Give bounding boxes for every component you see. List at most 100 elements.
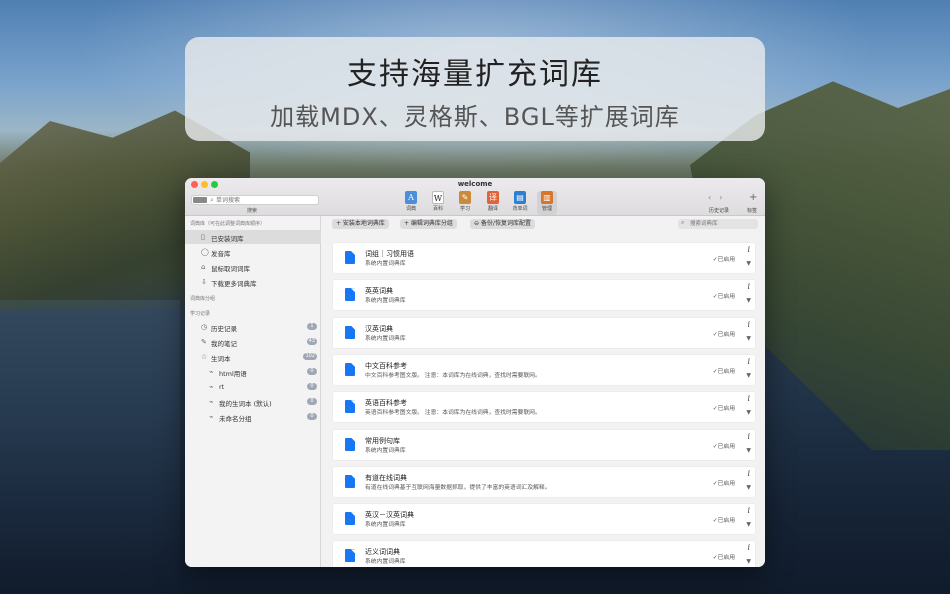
action-bar: + 安装本地词典库 + 编辑词典库分组 ⊖ 备份/恢复词库配置 ⌕ xyxy=(321,216,765,232)
toolbar-label: 翻译 xyxy=(487,206,498,212)
promo-banner: 支持海量扩充词库 加载MDX、灵格斯、BGL等扩展词库 xyxy=(185,37,765,141)
info-icon[interactable]: i xyxy=(747,245,750,254)
info-icon[interactable]: i xyxy=(747,282,750,291)
dict-search-input[interactable] xyxy=(690,220,756,228)
toolbar-study-button[interactable]: ✎ 学习 xyxy=(455,191,475,215)
toolbar-label: 学习 xyxy=(459,206,470,212)
search-menu-button[interactable] xyxy=(193,197,207,203)
sidebar-item-clock[interactable]: ◷ 历史记录 1 xyxy=(185,320,321,334)
search-label: 搜索 xyxy=(247,208,258,214)
word-search-input[interactable] xyxy=(216,196,316,204)
enabled-status[interactable]: ✓已启用 xyxy=(713,329,735,338)
sidebar-item-label: 未命名分组 xyxy=(219,415,252,423)
manage-icon: ▥ xyxy=(541,191,553,204)
history-label: 历史记录 xyxy=(709,208,730,214)
background-sea xyxy=(0,300,180,594)
enabled-status[interactable]: ✓已启用 xyxy=(713,366,735,375)
sidebar-item-mouse[interactable]: ⌂ 鼠标取词词库 xyxy=(185,260,321,274)
dictionary-card[interactable]: 英汉－汉英词典 系统内置词典库 ✓已启用 i ▼ xyxy=(333,504,755,535)
expand-arrow-icon[interactable]: ▼ xyxy=(746,447,751,454)
sidebar-wordbook-item[interactable]: ⌁ html用语 0 xyxy=(185,365,321,379)
sidebar-wordbook-item[interactable]: ⌁ 我的生词本 (默认) 0 xyxy=(185,395,321,409)
tag-icon: ⌁ xyxy=(209,383,214,391)
star-icon: ☆ xyxy=(201,353,208,361)
titlebar: welcome ⌕ 搜索 A 词典 W 百科 ✎ 学习 译翻译 ▤ 背单词 ▥ 管理 ‹› 历史记录… xyxy=(185,178,765,216)
enabled-status[interactable]: ✓已启用 xyxy=(713,478,735,487)
toolbar-dictionary-button[interactable]: A 词典 xyxy=(401,191,421,215)
dictionary-card[interactable]: 近义词词典 系统内置词典库 ✓已启用 i ▼ xyxy=(333,541,755,567)
expand-arrow-icon[interactable]: ▼ xyxy=(746,484,751,491)
tag-icon: ⌁ xyxy=(209,413,214,421)
backup-restore-button[interactable]: ⊖ 备份/恢复词库配置 xyxy=(470,219,535,229)
expand-arrow-icon[interactable]: ▼ xyxy=(746,372,751,379)
sidebar-item-download[interactable]: ⇩ 下载更多词典库 xyxy=(185,275,321,289)
sidebar-section-groups: 词典库分组 xyxy=(190,296,216,302)
translate-icon: 译 xyxy=(487,191,499,204)
toolbar-manage-button[interactable]: ▥ 管理 xyxy=(537,191,557,215)
sidebar-wordbook-item[interactable]: ⌁ 未命名分组 0 xyxy=(185,410,321,424)
edit-dict-groups-button[interactable]: + 编辑词典库分组 xyxy=(400,219,457,229)
toolbar-translate-button[interactable]: 译翻译 xyxy=(483,191,503,215)
info-icon[interactable]: i xyxy=(747,506,750,515)
sidebar-item-installed[interactable]: ▯ 已安装词库 xyxy=(185,230,321,244)
sidebar-item-label: 历史记录 xyxy=(211,325,237,333)
info-icon[interactable]: i xyxy=(747,357,750,366)
document-icon xyxy=(345,474,355,488)
info-icon[interactable]: i xyxy=(747,432,750,441)
dictionary-card[interactable]: 常用例句库 系统内置词典库 ✓已启用 i ▼ xyxy=(333,429,755,460)
install-local-dict-button[interactable]: + 安装本地词典库 xyxy=(332,219,389,229)
enabled-status[interactable]: ✓已启用 xyxy=(713,441,735,450)
expand-arrow-icon[interactable]: ▼ xyxy=(746,521,751,528)
expand-arrow-icon[interactable]: ▼ xyxy=(746,409,751,416)
dictionary-description: 英语百科参考图文版。 注意：本词库为在线词典，查找时需要联网。 xyxy=(365,410,541,417)
dictionary-description: 系统内置词典库 xyxy=(365,298,406,305)
count-badge: 43 xyxy=(306,338,317,345)
info-icon[interactable]: i xyxy=(747,320,750,329)
dictionary-card[interactable]: 英语百科参考 英语百科参考图文版。 注意：本词库为在线词典，查找时需要联网。 ✓已启… xyxy=(333,392,755,423)
window-title: welcome xyxy=(457,180,493,188)
toolbar-wikipedia-button[interactable]: W 百科 xyxy=(428,191,448,215)
count-badge: 1 xyxy=(307,323,317,330)
sidebar-item-speech[interactable]: ◯ 发音库 xyxy=(185,245,321,259)
dictionary-card[interactable]: 有道在线词典 有道在线词典基于互联网海量数据抓取，提供了丰富的英语词汇及解释。 ✓已… xyxy=(333,466,755,497)
add-tag-button[interactable]: + xyxy=(749,192,757,203)
study-icon: ✎ xyxy=(459,191,471,204)
enabled-status[interactable]: ✓已启用 xyxy=(713,403,735,412)
sidebar-item-label: html用语 xyxy=(219,370,247,378)
dictionary-card[interactable]: 英英词典 系统内置词典库 ✓已启用 i ▼ xyxy=(333,280,755,311)
dictionary-description: 系统内置词典库 xyxy=(365,522,406,529)
info-icon[interactable]: i xyxy=(747,543,750,552)
info-icon[interactable]: i xyxy=(747,394,750,403)
dictionary-card[interactable]: 中文百科参考 中文百科参考图文版。 注意：本词库为在线词典，查找时需要联网。 ✓已启… xyxy=(333,354,755,385)
toolbar-vocabulary-button[interactable]: ▤ 背单词 xyxy=(510,191,530,215)
document-icon xyxy=(345,549,355,563)
sidebar-item-star[interactable]: ☆ 生词本 102 xyxy=(185,350,321,364)
expand-arrow-icon[interactable]: ▼ xyxy=(746,558,751,565)
dictionary-card[interactable]: 汉英词典 系统内置词典库 ✓已启用 i ▼ xyxy=(333,317,755,348)
info-icon[interactable]: i xyxy=(747,469,750,478)
expand-arrow-icon[interactable]: ▼ xyxy=(746,260,751,267)
toolbar-label: 背单词 xyxy=(512,206,528,212)
enabled-status[interactable]: ✓已启用 xyxy=(713,552,735,561)
enabled-status[interactable]: ✓已启用 xyxy=(713,291,735,300)
dictionary-description: 系统内置词典库 xyxy=(365,447,406,454)
wikipedia-icon: W xyxy=(432,191,444,204)
dictionary-icon: A xyxy=(405,191,417,204)
toolbar-label: 管理 xyxy=(541,206,552,212)
expand-arrow-icon[interactable]: ▼ xyxy=(746,335,751,342)
vocabulary-icon: ▤ xyxy=(514,191,526,204)
enabled-status[interactable]: ✓已启用 xyxy=(713,254,735,263)
dictionary-card[interactable]: 词组｜习惯用语 系统内置词典库 ✓已启用 i ▼ xyxy=(333,243,755,273)
enabled-status[interactable]: ✓已启用 xyxy=(713,515,735,524)
history-nav-arrows[interactable]: ‹› xyxy=(708,193,730,202)
sidebar-item-label: 我的生词本 (默认) xyxy=(219,400,272,408)
sidebar-wordbook-item[interactable]: ⌁ rt 0 xyxy=(185,380,321,394)
expand-arrow-icon[interactable]: ▼ xyxy=(746,297,751,304)
main-panel: + 安装本地词典库 + 编辑词典库分组 ⊖ 备份/恢复词库配置 ⌕ 词组｜习惯用… xyxy=(321,216,765,567)
sidebar-item-note[interactable]: ✎ 我的笔记 43 xyxy=(185,335,321,349)
dictionary-description: 系统内置词典库 xyxy=(365,335,406,342)
count-badge: 0 xyxy=(307,383,317,390)
tag-icon: ⌁ xyxy=(209,368,214,376)
banner-title: 支持海量扩充词库 xyxy=(347,57,603,92)
toolbar-label: 词典 xyxy=(405,206,416,212)
